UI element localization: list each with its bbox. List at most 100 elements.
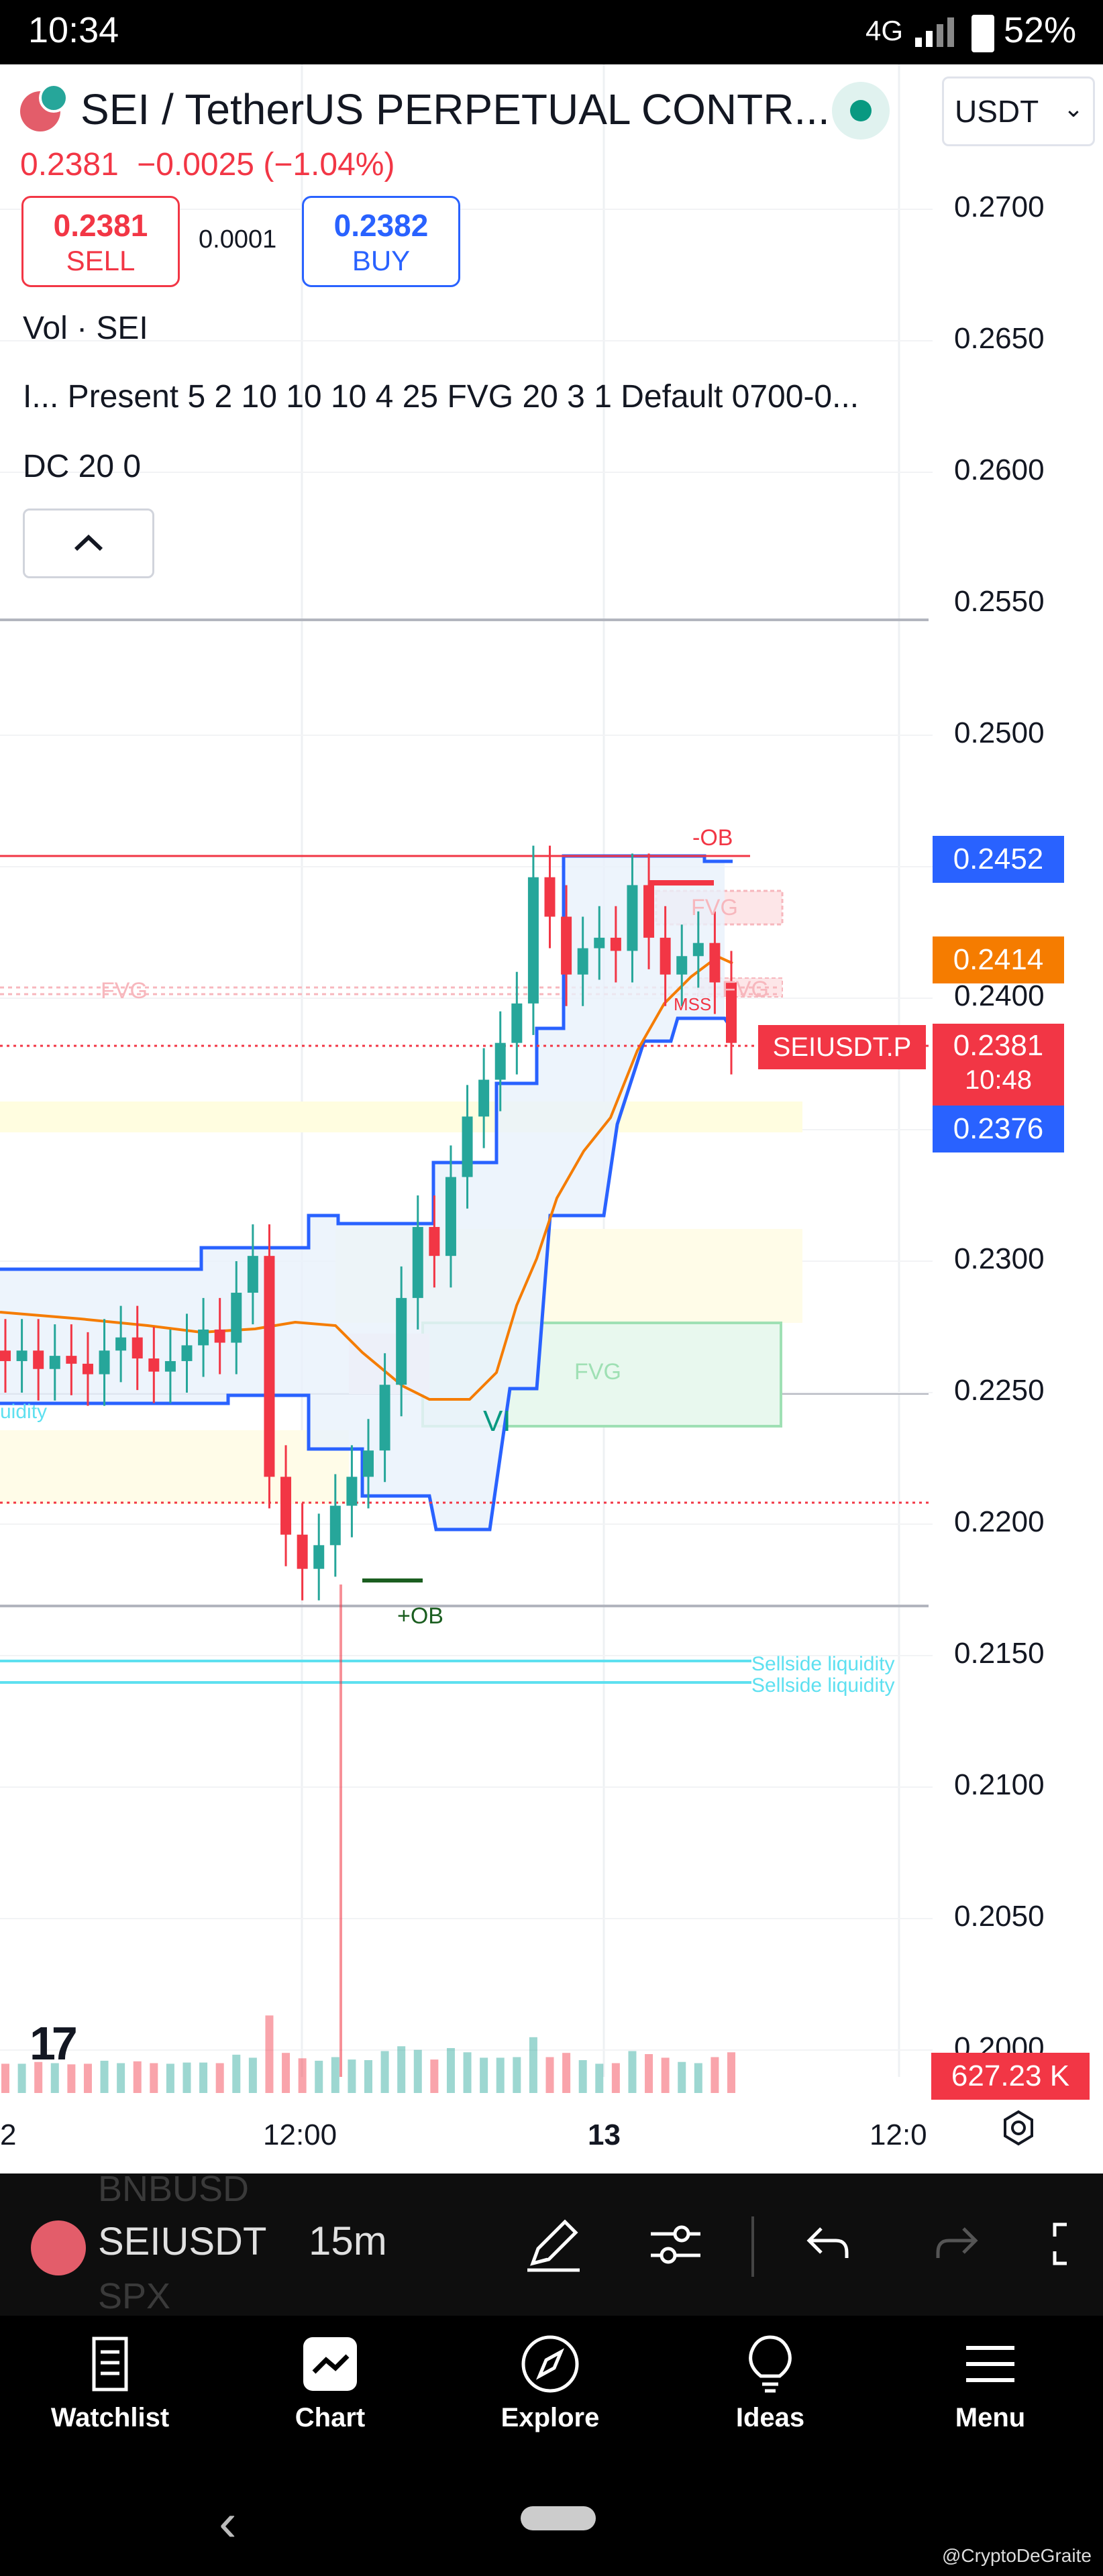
candle-body — [33, 1350, 44, 1369]
x-tick: 2 — [0, 2118, 17, 2151]
y-tick: 0.2500 — [954, 716, 1045, 749]
candle-body — [494, 1042, 506, 1080]
candle-body — [66, 1356, 77, 1364]
interval-button[interactable]: 15m — [309, 2218, 387, 2264]
price-change-line: 0.2381 −0.0025 (−1.04%) — [20, 146, 395, 183]
candle-body — [627, 885, 638, 951]
candle-body — [379, 1385, 390, 1451]
buy-button[interactable]: 0.2382 BUY — [302, 196, 460, 287]
volume-bar — [694, 2063, 702, 2093]
redo-icon[interactable] — [930, 2214, 984, 2274]
dc-upper-label: 0.2452 — [933, 836, 1064, 883]
volume-bar — [315, 2060, 323, 2093]
nav-explore[interactable]: Explore — [440, 2316, 660, 2467]
candle-body — [561, 916, 572, 975]
fullscreen-icon[interactable] — [1048, 2214, 1103, 2274]
volume-bar — [199, 2062, 208, 2093]
volume-bar — [496, 2057, 505, 2093]
candle-body — [297, 1534, 308, 1569]
chart-area[interactable]: -OB FVG FVG FVG MSS FVG VI +OB Sellside … — [0, 64, 1103, 2174]
tradingview-logo: 17 — [30, 2017, 78, 2070]
collapse-legend-button[interactable] — [23, 508, 154, 578]
candle-body — [396, 1297, 407, 1385]
annotation-vi: VI — [483, 1405, 511, 1438]
volume-bar — [463, 2052, 472, 2093]
candle-body — [363, 1450, 374, 1477]
volume-bar — [430, 2059, 439, 2093]
volume-bar — [298, 2058, 307, 2093]
annotation-minus-ob: -OB — [692, 825, 733, 851]
volume-bar — [117, 2063, 125, 2093]
y-tick: 0.2250 — [954, 1374, 1045, 1407]
symbol-search-button[interactable]: SEIUSDT — [98, 2219, 266, 2264]
nav-chart[interactable]: Chart — [220, 2316, 440, 2467]
candle-body — [462, 1116, 473, 1177]
market-open-icon[interactable] — [832, 82, 890, 140]
ghost-symbol-above: BNBUSD — [98, 2169, 250, 2209]
volume-bar — [727, 2052, 735, 2093]
volume-bar — [1, 2063, 9, 2093]
candle-body — [660, 937, 671, 975]
y-tick: 0.2600 — [954, 453, 1045, 486]
y-tick: 0.2550 — [954, 585, 1045, 618]
indicator-legend[interactable]: I... Present 5 2 10 10 10 4 25 FVG 20 3 … — [23, 378, 859, 415]
y-tick: 0.2650 — [954, 322, 1045, 355]
watermark: @CryptoDeGraite — [942, 2545, 1092, 2566]
volume-bar — [562, 2053, 571, 2093]
lightbulb-icon — [749, 2335, 792, 2393]
battery-percent: 52% — [1004, 10, 1077, 50]
chevron-up-icon — [74, 534, 103, 551]
y-tick: 0.2700 — [954, 191, 1045, 223]
toolbar-divider — [751, 2216, 754, 2277]
battery-icon — [971, 15, 994, 52]
candle-body — [676, 956, 688, 975]
clock: 10:34 — [28, 10, 119, 50]
symbol-title[interactable]: SEI / TetherUS PERPETUAL CONTR... — [81, 85, 830, 134]
donchian-legend[interactable]: DC 20 0 — [23, 448, 141, 485]
nav-menu[interactable]: Menu — [880, 2316, 1100, 2467]
candle-body — [115, 1337, 127, 1351]
volume-bar — [611, 2063, 620, 2093]
volume-bar — [578, 2060, 587, 2093]
candle-body — [313, 1545, 325, 1569]
fvg-zone-yellow-low — [0, 1430, 349, 1504]
volume-bar — [595, 2063, 604, 2093]
candle-body — [164, 1360, 176, 1372]
nav-watchlist[interactable]: Watchlist — [0, 2316, 220, 2467]
candle-body — [478, 1079, 490, 1117]
nav-ideas[interactable]: Ideas — [660, 2316, 880, 2467]
candle-body — [709, 943, 721, 983]
volume-bar — [100, 2060, 109, 2093]
undo-icon[interactable] — [801, 2214, 855, 2274]
y-tick: 0.2200 — [954, 1505, 1045, 1538]
volume-bar — [413, 2049, 422, 2093]
currency-select[interactable]: USDT ⌄ — [942, 76, 1095, 146]
volume-bar — [678, 2061, 686, 2093]
candle-body — [280, 1477, 292, 1535]
chart-settings-icon[interactable] — [1000, 2109, 1037, 2147]
indicators-icon[interactable] — [645, 2214, 706, 2274]
volume-legend[interactable]: Vol · SEI — [23, 310, 148, 347]
last-price: 0.2381 — [20, 147, 119, 182]
back-icon[interactable]: ‹ — [219, 2491, 237, 2553]
candle-body — [692, 943, 704, 957]
candle-body — [231, 1293, 242, 1343]
volume-bar — [529, 2037, 537, 2093]
candle-body — [181, 1345, 193, 1361]
system-nav-bar: ‹ @CryptoDeGraite — [0, 2467, 1103, 2576]
annotation-fvg-left: FVG — [101, 978, 148, 1004]
candle-body — [16, 1350, 28, 1361]
volume-bar — [645, 2054, 653, 2093]
candle-body — [577, 948, 588, 975]
fvg-zone-yellow-top — [0, 1102, 802, 1132]
exchange-badge-icon — [39, 83, 68, 113]
symbol-logo-icon — [31, 2220, 86, 2275]
chevron-down-icon: ⌄ — [1063, 95, 1084, 122]
annotation-mss: MSS — [674, 994, 712, 1014]
pencil-icon[interactable] — [523, 2214, 584, 2274]
x-tick: 13 — [588, 2118, 621, 2151]
sell-button[interactable]: 0.2381 SELL — [21, 196, 180, 287]
x-tick: 12:00 — [263, 2118, 337, 2151]
home-handle[interactable] — [521, 2506, 596, 2530]
annotation-fvg-green: FVG — [574, 1359, 621, 1385]
